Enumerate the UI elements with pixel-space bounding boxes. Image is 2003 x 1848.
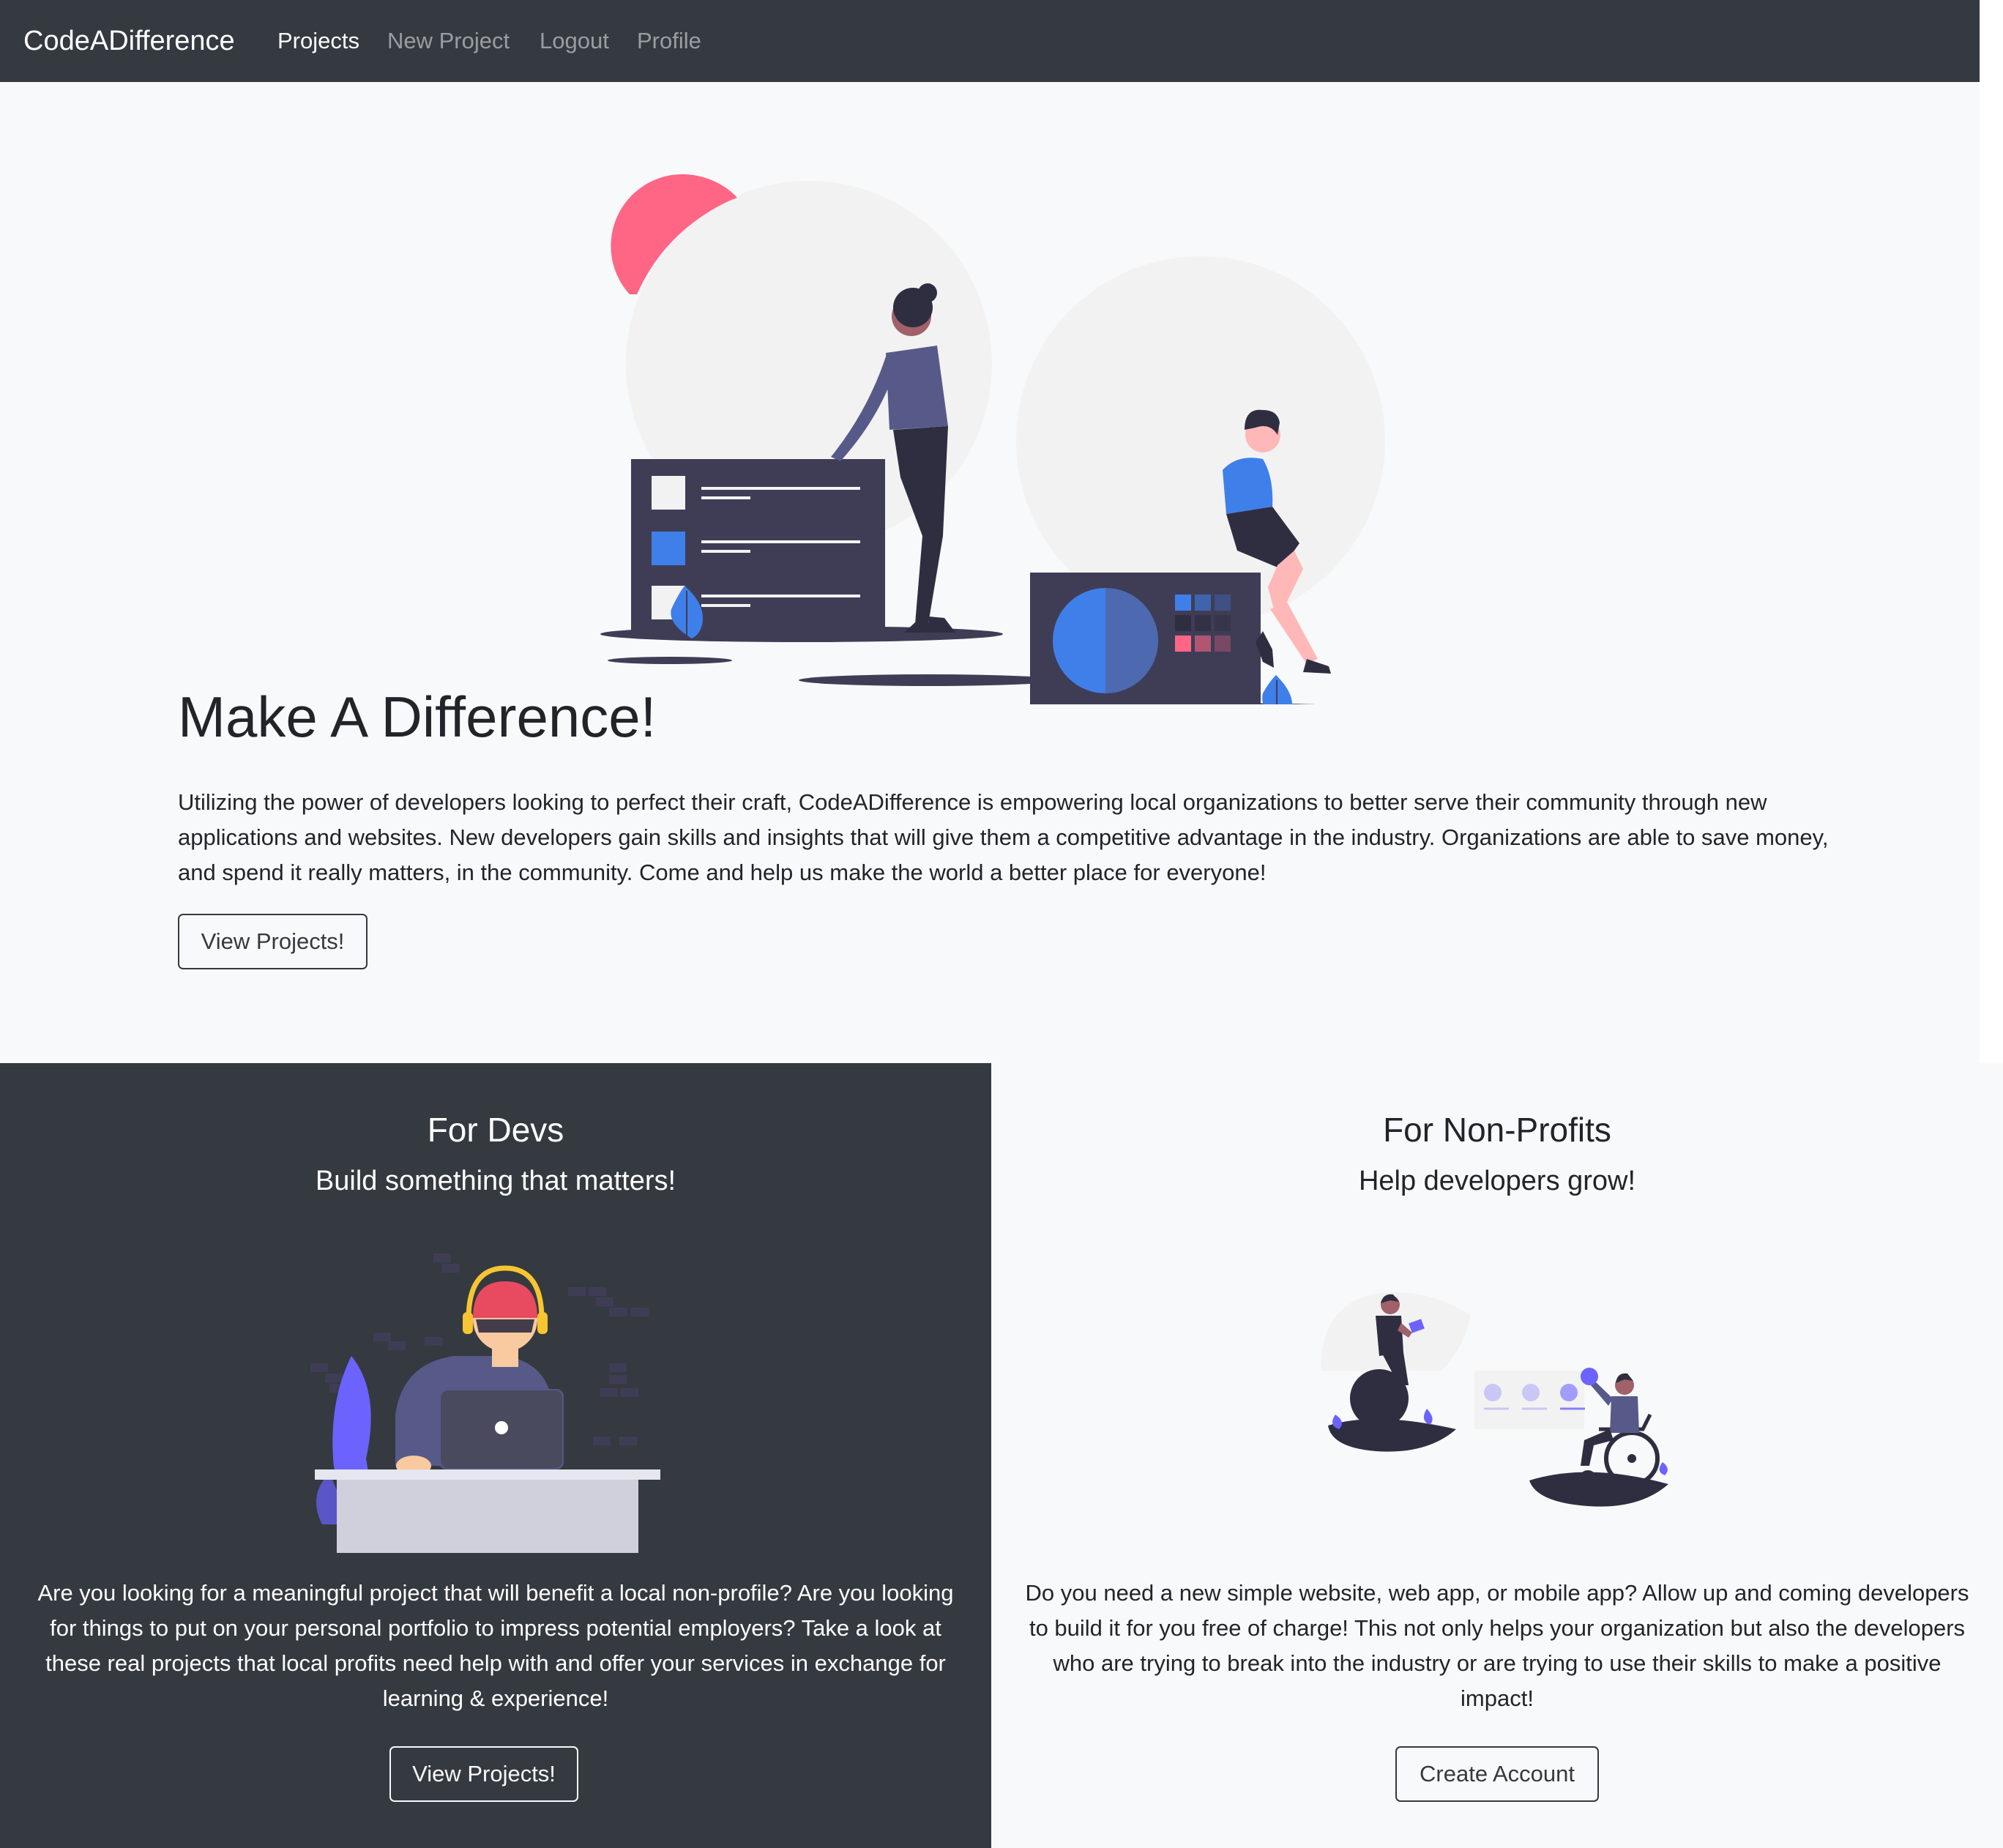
navbar: CodeADifference Projects New Project Log… bbox=[0, 0, 1980, 82]
nonprofit-illustration bbox=[1321, 1292, 1668, 1507]
hero-illustration bbox=[600, 174, 1385, 704]
devs-subtitle: Build something that matters! bbox=[315, 1166, 676, 1196]
developer-laptop-illustration bbox=[310, 1253, 660, 1553]
devs-description: Are you looking for a meaningful project… bbox=[37, 1580, 954, 1711]
hero-description: Utilizing the power of developers lookin… bbox=[178, 789, 1829, 885]
nonprofits-title: For Non-Profits bbox=[1383, 1111, 1611, 1149]
devs-view-projects-button[interactable]: View Projects! bbox=[389, 1746, 578, 1802]
brand-link[interactable]: CodeADifference bbox=[23, 0, 235, 82]
hero-section: Make A Difference! Utilizing the power o… bbox=[0, 82, 1980, 1063]
devs-section: For Devs Build something that matters! A… bbox=[0, 1063, 991, 1848]
nonprofits-description: Do you need a new simple website, web ap… bbox=[1025, 1580, 1969, 1711]
nav-link-profile[interactable]: Profile bbox=[637, 0, 701, 82]
nonprofits-section: For Non-Profits Help developers grow! Do… bbox=[991, 1063, 2003, 1848]
nav-link-logout[interactable]: Logout bbox=[540, 0, 609, 82]
hero-title: Make A Difference! bbox=[178, 685, 657, 749]
hero-view-projects-button[interactable]: View Projects! bbox=[178, 914, 368, 969]
devs-title: For Devs bbox=[427, 1111, 564, 1149]
nonprofits-subtitle: Help developers grow! bbox=[1358, 1166, 1636, 1196]
nav-link-projects[interactable]: Projects bbox=[277, 0, 359, 82]
create-account-button[interactable]: Create Account bbox=[1395, 1746, 1599, 1802]
nav-link-new-project[interactable]: New Project bbox=[387, 0, 510, 82]
